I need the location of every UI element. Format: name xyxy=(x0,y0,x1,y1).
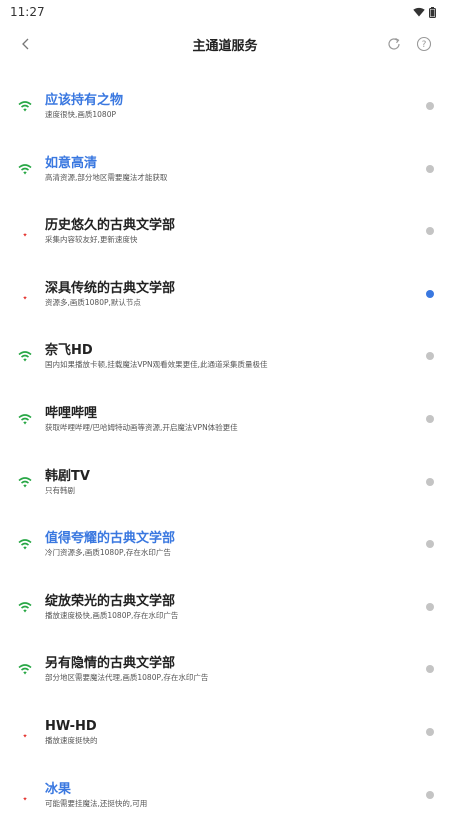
signal-good-icon xyxy=(18,601,32,613)
channel-name: 历史悠久的古典文学部 xyxy=(45,218,176,234)
channel-item[interactable]: 奈飞HD 国内如果播放卡顿,挂载魔法VPN观看效果更佳,此通道采集质量极佳 xyxy=(0,324,450,387)
channel-name: 韩剧TV xyxy=(45,468,90,484)
radio-dot[interactable] xyxy=(426,352,434,361)
channel-description: 冷门资源多,画质1080P,存在水印广告 xyxy=(45,548,171,558)
signal-weak-icon xyxy=(23,734,27,738)
radio-dot[interactable] xyxy=(426,102,434,110)
channel-text: 深具传统的古典文学部 资源多,画质1080P,默认节点 xyxy=(45,280,400,308)
channel-name: 奈飞HD xyxy=(45,343,93,359)
channel-name: 哔哩哔哩 xyxy=(45,405,98,421)
signal-weak-icon xyxy=(23,296,27,300)
channel-name: 另有隐情的古典文学部 xyxy=(45,656,176,672)
radio-dot[interactable] xyxy=(426,665,434,674)
channel-description: 速度很快,画质1080P xyxy=(45,110,116,119)
back-button[interactable] xyxy=(14,32,38,56)
radio-dot[interactable] xyxy=(426,227,434,236)
signal-good-icon xyxy=(18,101,32,112)
signal-weak-icon xyxy=(23,797,27,801)
refresh-icon xyxy=(388,37,400,50)
signal-good-icon xyxy=(18,414,32,425)
wifi-status-icon xyxy=(413,7,425,17)
channel-text: 另有隐情的古典文学部 部分地区需要魔法代理,画质1080P,存在水印广告 xyxy=(45,655,400,683)
channel-name: 应该持有之物 xyxy=(45,93,124,108)
channel-text: HW-HD 播放速度挺快的 xyxy=(45,718,400,746)
svg-text:?: ? xyxy=(422,40,427,50)
radio-dot[interactable] xyxy=(426,414,434,423)
channel-text: 韩剧TV 只有韩剧 xyxy=(45,468,400,496)
channel-item[interactable]: 韩剧TV 只有韩剧 xyxy=(0,450,450,513)
channel-item[interactable]: 如意高清 高清资源,部分地区需要魔法才能获取 xyxy=(0,137,450,200)
channel-description: 播放速度极快,画质1080P,存在水印广告 xyxy=(45,610,179,620)
channel-description: 高清资源,部分地区需要魔法才能获取 xyxy=(45,172,168,182)
channel-item[interactable]: 冰果 可能需要挂魔法,还挺快的,可用 xyxy=(0,763,450,825)
channel-item[interactable]: 应该持有之物 速度很快,画质1080P xyxy=(0,74,450,137)
channel-text: 历史悠久的古典文学部 采集内容较友好,更新速度快 xyxy=(45,217,400,245)
channel-description: 采集内容较友好,更新速度快 xyxy=(45,235,138,245)
channel-name: HW-HD xyxy=(45,718,97,734)
channel-description: 可能需要挂魔法,还挺快的,可用 xyxy=(45,798,148,808)
signal-good-icon xyxy=(18,351,32,362)
channel-text: 哔哩哔哩 获取哔哩哔哩/巴哈姆特动画等资源,开启魔法VPN体验更佳 xyxy=(45,405,400,433)
refresh-button[interactable] xyxy=(382,32,406,56)
radio-dot[interactable] xyxy=(426,164,434,173)
channel-description: 国内如果播放卡顿,挂载魔法VPN观看效果更佳,此通道采集质量极佳 xyxy=(45,360,268,370)
channel-text: 值得夸耀的古典文学部 冷门资源多,画质1080P,存在水印广告 xyxy=(45,530,400,558)
signal-good-icon xyxy=(18,476,32,488)
channel-item[interactable]: 另有隐情的古典文学部 部分地区需要魔法代理,画质1080P,存在水印广告 xyxy=(0,637,450,700)
channel-name: 深具传统的古典文学部 xyxy=(45,280,176,296)
channel-name: 绽放荣光的古典文学部 xyxy=(45,593,176,609)
status-icons xyxy=(413,6,436,18)
channel-name: 值得夸耀的古典文学部 xyxy=(45,531,176,547)
channel-text: 冰果 可能需要挂魔法,还挺快的,可用 xyxy=(45,781,400,809)
channel-item[interactable]: 哔哩哔哩 获取哔哩哔哩/巴哈姆特动画等资源,开启魔法VPN体验更佳 xyxy=(0,387,450,450)
selected-radio-dot[interactable] xyxy=(426,289,434,298)
radio-dot[interactable] xyxy=(426,477,434,486)
channel-description: 资源多,画质1080P,默认节点 xyxy=(45,297,141,307)
battery-icon xyxy=(429,6,436,18)
radio-dot[interactable] xyxy=(426,540,434,549)
channel-description: 部分地区需要魔法代理,画质1080P,存在水印广告 xyxy=(45,673,209,683)
channel-text: 如意高清 高清资源,部分地区需要魔法才能获取 xyxy=(45,155,400,183)
signal-good-icon xyxy=(18,163,32,175)
channel-list: 应该持有之物 速度很快,画质1080P 如意高清 高清资源,部分地区需要魔法才能… xyxy=(0,74,450,825)
status-time: 11:27 xyxy=(10,5,45,19)
chevron-left-icon xyxy=(22,38,29,50)
channel-text: 绽放荣光的古典文学部 播放速度极快,画质1080P,存在水印广告 xyxy=(45,593,400,621)
channel-description: 只有韩剧 xyxy=(45,485,75,495)
channel-name: 如意高清 xyxy=(45,155,98,171)
channel-text: 奈飞HD 国内如果播放卡顿,挂载魔法VPN观看效果更佳,此通道采集质量极佳 xyxy=(45,342,400,370)
channel-description: 播放速度挺快的 xyxy=(45,735,98,745)
signal-weak-icon xyxy=(23,233,27,237)
radio-dot[interactable] xyxy=(426,602,434,611)
channel-item[interactable]: 值得夸耀的古典文学部 冷门资源多,画质1080P,存在水印广告 xyxy=(0,512,450,575)
header: 主通道服务 ? xyxy=(0,24,450,64)
signal-good-icon xyxy=(18,664,32,675)
channel-item[interactable]: HW-HD 播放速度挺快的 xyxy=(0,700,450,763)
signal-good-icon xyxy=(18,539,32,550)
radio-dot[interactable] xyxy=(426,790,434,799)
help-icon: ? xyxy=(416,36,432,52)
radio-dot[interactable] xyxy=(426,727,434,736)
channel-description: 获取哔哩哔哩/巴哈姆特动画等资源,开启魔法VPN体验更佳 xyxy=(45,422,238,432)
channel-item[interactable]: 绽放荣光的古典文学部 播放速度极快,画质1080P,存在水印广告 xyxy=(0,575,450,638)
status-bar: 11:27 xyxy=(0,0,450,24)
channel-item[interactable]: 历史悠久的古典文学部 采集内容较友好,更新速度快 xyxy=(0,199,450,262)
channel-item[interactable]: 深具传统的古典文学部 资源多,画质1080P,默认节点 xyxy=(0,262,450,325)
channel-text: 应该持有之物 速度很快,画质1080P xyxy=(45,92,400,120)
help-button[interactable]: ? xyxy=(412,32,436,56)
channel-name: 冰果 xyxy=(45,781,72,797)
